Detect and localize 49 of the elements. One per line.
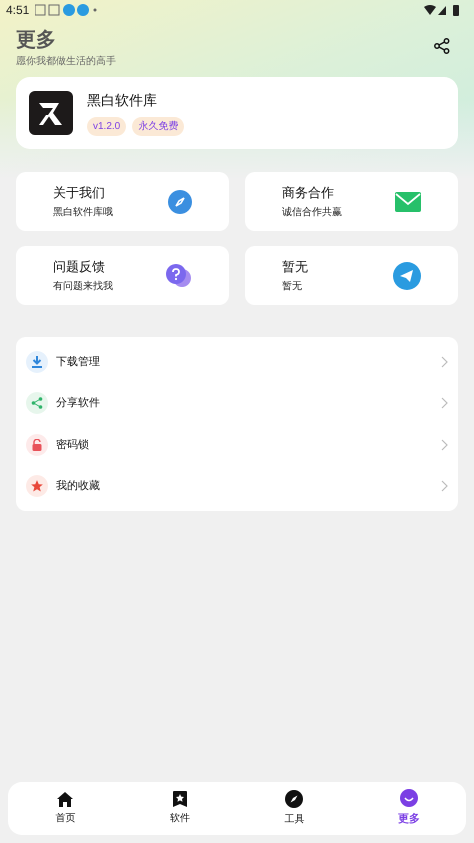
menu-label: 下载管理	[56, 354, 100, 370]
chevron-right-icon	[441, 438, 448, 451]
chevron-right-icon	[441, 356, 448, 368]
feature-title: 关于我们	[53, 184, 106, 202]
notification-icons-drawing	[35, 4, 98, 16]
compass-icon	[168, 190, 192, 214]
nav-tab[interactable]: 工具	[237, 782, 352, 835]
menu-item[interactable]: 分享软件	[16, 382, 458, 424]
home-icon	[57, 792, 74, 806]
nav-tab[interactable]: 首页	[8, 782, 122, 835]
envelope-icon	[395, 192, 421, 212]
feature-title: 商务合作	[282, 184, 335, 202]
status-time: 4:51	[6, 2, 30, 19]
chevron-right-icon	[441, 480, 448, 492]
feature-subtitle: 黑白软件库哦	[53, 206, 114, 220]
download-icon	[26, 350, 48, 373]
status-icons-drawing	[424, 4, 460, 16]
feature-title: 暂无	[282, 258, 309, 276]
lock-icon	[26, 434, 48, 456]
compass-icon	[285, 790, 304, 808]
menu-label: 我的收藏	[56, 478, 100, 494]
paper-plane-icon	[393, 262, 421, 290]
feature-subtitle: 有问题来找我	[53, 280, 114, 294]
menu-item[interactable]: 我的收藏	[16, 466, 458, 507]
page-subtitle: 愿你我都做生活的高手	[16, 54, 116, 69]
tag: 永久免费	[132, 117, 184, 136]
smile-icon	[400, 789, 418, 808]
bookmark-star-icon	[172, 791, 187, 807]
share-button[interactable]	[434, 38, 450, 54]
share-icon	[26, 392, 48, 414]
nav-tab[interactable]: 更多	[352, 782, 466, 835]
feature-card[interactable]: 暂无 暂无	[245, 246, 458, 305]
feature-card[interactable]: 关于我们 黑白软件库哦	[16, 172, 229, 231]
menu-item[interactable]: 密码锁	[16, 424, 458, 466]
page-title: 更多	[16, 28, 57, 52]
menu-item[interactable]: 下载管理	[16, 341, 458, 382]
question-chat-icon	[166, 264, 192, 288]
nav-tab[interactable]: 软件	[122, 782, 237, 835]
feature-card[interactable]: 问题反馈 有问题来找我	[16, 246, 229, 305]
feature-subtitle: 暂无	[282, 280, 303, 294]
menu-label: 分享软件	[56, 396, 100, 411]
app-name: 黑白软件库	[87, 91, 158, 110]
feature-title: 问题反馈	[53, 258, 106, 276]
chevron-right-icon	[441, 397, 448, 410]
feature-card[interactable]: 商务合作 诚信合作共赢	[245, 172, 458, 231]
tag: v1.2.0	[87, 117, 126, 136]
menu-label: 密码锁	[56, 438, 89, 452]
feature-subtitle: 诚信合作共赢	[282, 206, 343, 220]
app-logo	[29, 91, 73, 135]
